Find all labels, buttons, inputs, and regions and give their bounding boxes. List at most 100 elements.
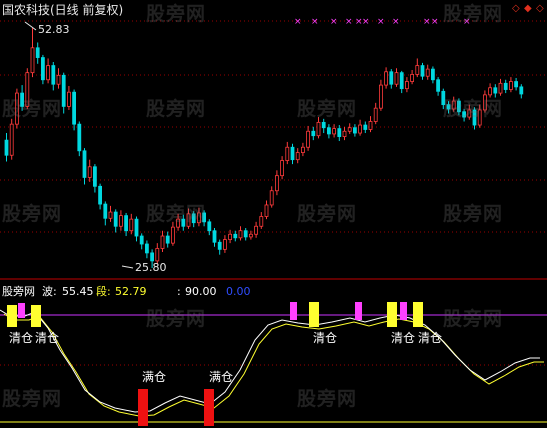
candlestick-series bbox=[4, 21, 524, 269]
candle-body bbox=[30, 47, 35, 74]
candle-body bbox=[51, 65, 56, 85]
candle-body bbox=[124, 215, 128, 232]
candle-body bbox=[306, 130, 311, 148]
x-marker: × bbox=[330, 17, 338, 27]
candle-body bbox=[430, 68, 435, 81]
indicator-segment-label: 段: bbox=[96, 285, 111, 298]
watermark: 股旁网 bbox=[2, 203, 63, 225]
candle-body bbox=[300, 146, 305, 153]
candle-body bbox=[508, 81, 513, 90]
candle-body bbox=[352, 127, 357, 134]
candle-body bbox=[139, 235, 144, 245]
signal-bar bbox=[7, 305, 17, 327]
candle-body bbox=[378, 84, 383, 109]
diamond-icon[interactable]: ◆ bbox=[524, 4, 532, 14]
signal-bar bbox=[400, 302, 407, 320]
candle-body bbox=[35, 47, 40, 58]
signal-label: 清仓 bbox=[9, 331, 34, 345]
candle-body bbox=[436, 79, 441, 92]
indicator-level-label: : bbox=[177, 285, 181, 298]
signal-bar bbox=[138, 389, 148, 426]
candle-body bbox=[129, 218, 134, 232]
candle-body bbox=[373, 107, 378, 122]
watermark: 股旁网 bbox=[443, 308, 504, 330]
candle-body bbox=[233, 233, 238, 239]
signal-bar bbox=[355, 302, 362, 320]
candle-body bbox=[228, 233, 233, 240]
candle-body bbox=[93, 166, 97, 187]
candle-body bbox=[285, 146, 290, 161]
x-marker: × bbox=[311, 17, 319, 27]
candle-body bbox=[410, 74, 415, 82]
signal-label: 清仓 bbox=[418, 331, 443, 345]
candle-body bbox=[77, 123, 82, 152]
watermark: 股旁网 bbox=[443, 98, 504, 120]
price-min-label: 25.80 bbox=[135, 261, 167, 274]
candle-body bbox=[321, 121, 326, 129]
candle-body bbox=[212, 230, 217, 243]
candle-body bbox=[170, 226, 175, 244]
signal-bar bbox=[31, 305, 41, 327]
signal-label: 清仓 bbox=[313, 331, 338, 345]
candle-body bbox=[326, 127, 331, 135]
candle-body bbox=[46, 65, 50, 81]
candle-body bbox=[144, 243, 149, 254]
x-marker: × bbox=[423, 17, 431, 27]
candle-body bbox=[337, 128, 342, 137]
candle-body bbox=[4, 139, 9, 156]
candle-body bbox=[519, 86, 524, 95]
signal-bar bbox=[387, 302, 397, 327]
watermark: 股旁网 bbox=[146, 3, 207, 25]
candle-body bbox=[493, 87, 498, 94]
candle-body bbox=[72, 91, 76, 125]
candle-body bbox=[280, 160, 285, 177]
signal-bar bbox=[18, 303, 25, 318]
candle-body bbox=[248, 233, 253, 238]
candle-body bbox=[425, 68, 430, 77]
candle-body bbox=[259, 216, 264, 227]
x-marker: × bbox=[345, 17, 353, 27]
indicator-zero-value: 0.00 bbox=[226, 285, 251, 298]
candle-body bbox=[119, 215, 123, 227]
candle-body bbox=[384, 71, 389, 86]
watermark: 股旁网 bbox=[146, 98, 207, 120]
candle-body bbox=[332, 128, 337, 135]
candle-body bbox=[498, 82, 503, 94]
candle-body bbox=[389, 71, 394, 85]
candle-body bbox=[56, 74, 61, 85]
indicator-wave-label: 波: bbox=[42, 285, 57, 298]
price-max-label: 52.83 bbox=[38, 23, 70, 36]
x-marker: × bbox=[362, 17, 370, 27]
candle-body bbox=[103, 203, 108, 219]
candle-body bbox=[160, 235, 165, 249]
indicator-level-value: 90.00 bbox=[185, 285, 217, 298]
candle-body bbox=[488, 87, 493, 96]
watermark: 股旁网 bbox=[297, 98, 358, 120]
signal-bar bbox=[309, 302, 319, 327]
watermark: 股旁网 bbox=[146, 203, 207, 225]
diamond-icon[interactable]: ◇ bbox=[512, 4, 520, 14]
candle-body bbox=[243, 230, 248, 238]
candle-body bbox=[82, 150, 87, 178]
diamond-icon[interactable]: ◇ bbox=[536, 4, 544, 14]
signal-label: 满仓 bbox=[209, 370, 234, 384]
candle-body bbox=[41, 57, 45, 81]
candle-body bbox=[113, 211, 118, 227]
candle-body bbox=[165, 235, 170, 244]
x-marker: × bbox=[377, 17, 385, 27]
watermark: 股旁网 bbox=[443, 203, 504, 225]
candle-body bbox=[61, 74, 66, 107]
candle-body bbox=[108, 211, 113, 219]
candle-body bbox=[98, 185, 102, 205]
watermark: 股旁网 bbox=[443, 3, 504, 25]
signal-label: 清仓 bbox=[391, 331, 416, 345]
x-marker: × bbox=[392, 17, 400, 27]
watermark: 股旁网 bbox=[2, 98, 63, 120]
candle-body bbox=[394, 72, 399, 85]
candle-body bbox=[274, 175, 279, 192]
indicator-wave-value: 55.45 bbox=[62, 285, 94, 298]
candle-body bbox=[217, 241, 222, 250]
candle-body bbox=[254, 225, 259, 235]
chart-title: 国农科技(日线 前复权) bbox=[2, 3, 124, 17]
candle-body bbox=[87, 166, 92, 178]
